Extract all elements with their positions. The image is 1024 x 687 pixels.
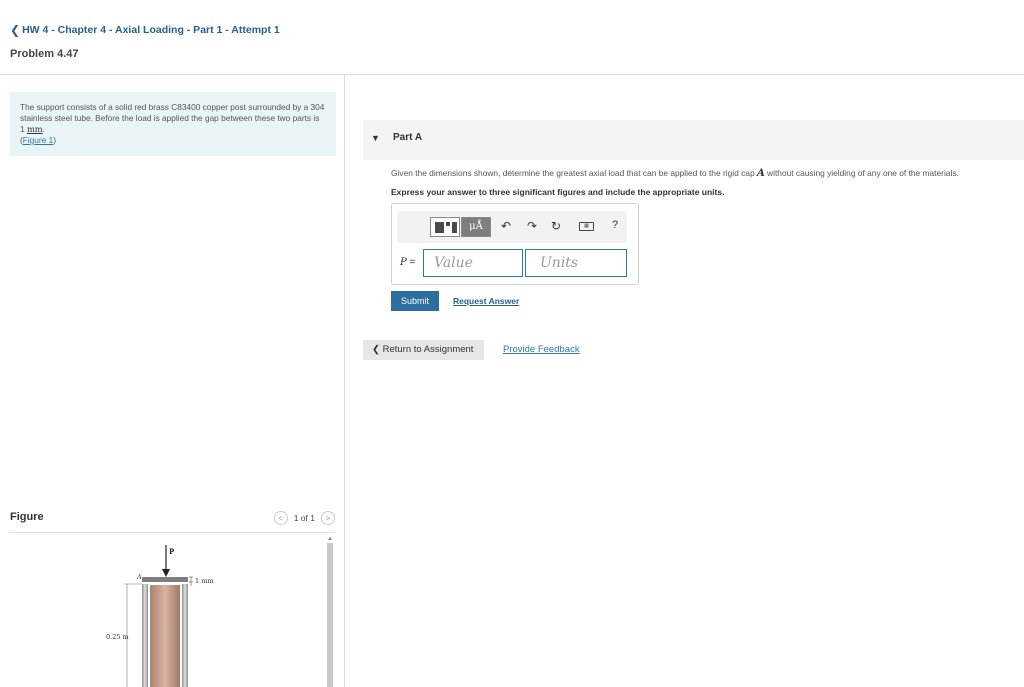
answer-instruction: Express your answer to three significant… bbox=[391, 187, 725, 197]
provide-feedback-link[interactable]: Provide Feedback bbox=[503, 344, 580, 355]
answer-box: μÅ ↶ ↷ ↻ ▦ ? P = Value Units bbox=[391, 203, 639, 285]
question-end: without causing yielding of any one of t… bbox=[767, 168, 959, 178]
answer-variable-label: P = bbox=[400, 257, 415, 268]
question-variable: A bbox=[756, 168, 765, 179]
value-input[interactable]: Value bbox=[423, 249, 523, 277]
statement-end: . bbox=[42, 124, 45, 134]
prev-figure-button[interactable]: < bbox=[273, 511, 288, 525]
figure-image: P A 1 mm 0.25 m ▲ bbox=[10, 533, 335, 687]
chevron-left-icon: ❮ bbox=[372, 344, 380, 355]
figure-header: Figure < 1 of 1 > bbox=[10, 511, 335, 533]
problem-statement: The support consists of a solid red bras… bbox=[10, 92, 336, 156]
copper-post bbox=[150, 585, 180, 687]
undo-icon[interactable]: ↶ bbox=[501, 219, 511, 233]
redo-icon[interactable]: ↷ bbox=[527, 219, 537, 233]
template-block-icon bbox=[435, 222, 444, 233]
assignment-title: HW 4 - Chapter 4 - Axial Loading - Part … bbox=[22, 24, 280, 36]
support-figure: P A 1 mm 0.25 m bbox=[106, 545, 214, 687]
load-arrowhead bbox=[162, 569, 170, 577]
top-bar: ❮ HW 4 - Chapter 4 - Axial Loading - Par… bbox=[0, 0, 1024, 75]
help-button[interactable]: ? bbox=[612, 219, 618, 231]
figure-link[interactable]: Figure 1 bbox=[23, 135, 53, 145]
back-to-assignment-link[interactable]: ❮ HW 4 - Chapter 4 - Axial Loading - Par… bbox=[10, 23, 280, 37]
request-answer-link[interactable]: Request Answer bbox=[453, 296, 519, 306]
return-label: Return to Assignment bbox=[382, 344, 474, 355]
question-text: Given the dimensions shown, determine th… bbox=[391, 168, 1021, 179]
templates-button[interactable] bbox=[430, 217, 460, 237]
reset-icon[interactable]: ↻ bbox=[551, 219, 561, 233]
rigid-cap bbox=[142, 577, 188, 582]
scrollbar-thumb[interactable] bbox=[327, 543, 333, 687]
figure-pager: < 1 of 1 > bbox=[273, 511, 335, 525]
scroll-up-icon[interactable]: ▲ bbox=[326, 535, 334, 543]
problem-title: Problem 4.47 bbox=[10, 48, 79, 60]
statement-unit: mm bbox=[26, 124, 43, 134]
length-label: 0.25 m bbox=[106, 633, 129, 641]
statement-text: The support consists of a solid red bras… bbox=[20, 102, 325, 134]
units-input[interactable]: Units bbox=[525, 249, 627, 277]
right-pane: ▼ Part A Given the dimensions shown, det… bbox=[345, 75, 1024, 687]
chevron-left-icon: ❮ bbox=[10, 23, 21, 37]
question-body: Given the dimensions shown, determine th… bbox=[391, 168, 755, 178]
figure-count: 1 of 1 bbox=[293, 513, 315, 523]
next-figure-button[interactable]: > bbox=[321, 511, 335, 525]
tube-right-wall bbox=[182, 584, 188, 687]
part-title: Part A bbox=[393, 132, 423, 143]
units-symbols-button[interactable]: μÅ bbox=[461, 217, 491, 237]
gap-label: 1 mm bbox=[195, 577, 214, 585]
submit-button[interactable]: Submit bbox=[391, 291, 439, 311]
left-pane: The support consists of a solid red bras… bbox=[0, 75, 345, 687]
collapse-triangle-icon[interactable]: ▼ bbox=[371, 133, 380, 143]
answer-equals: = bbox=[406, 257, 416, 268]
answer-variable: P bbox=[400, 257, 407, 268]
math-toolbar: μÅ ↶ ↷ ↻ ▦ ? bbox=[397, 211, 627, 243]
part-header[interactable]: ▼ Part A bbox=[363, 120, 1024, 160]
tube-left-wall bbox=[142, 584, 148, 687]
cap-label: A bbox=[136, 573, 142, 581]
template-dot-icon bbox=[446, 222, 450, 226]
return-to-assignment-button[interactable]: ❮ Return to Assignment bbox=[363, 340, 484, 360]
figure-scrollbar[interactable]: ▲ bbox=[326, 535, 334, 687]
figure-label: Figure bbox=[10, 511, 44, 523]
load-label: P bbox=[169, 547, 175, 556]
keyboard-icon[interactable]: ▦ bbox=[579, 222, 594, 231]
template-bar-icon bbox=[452, 222, 457, 233]
